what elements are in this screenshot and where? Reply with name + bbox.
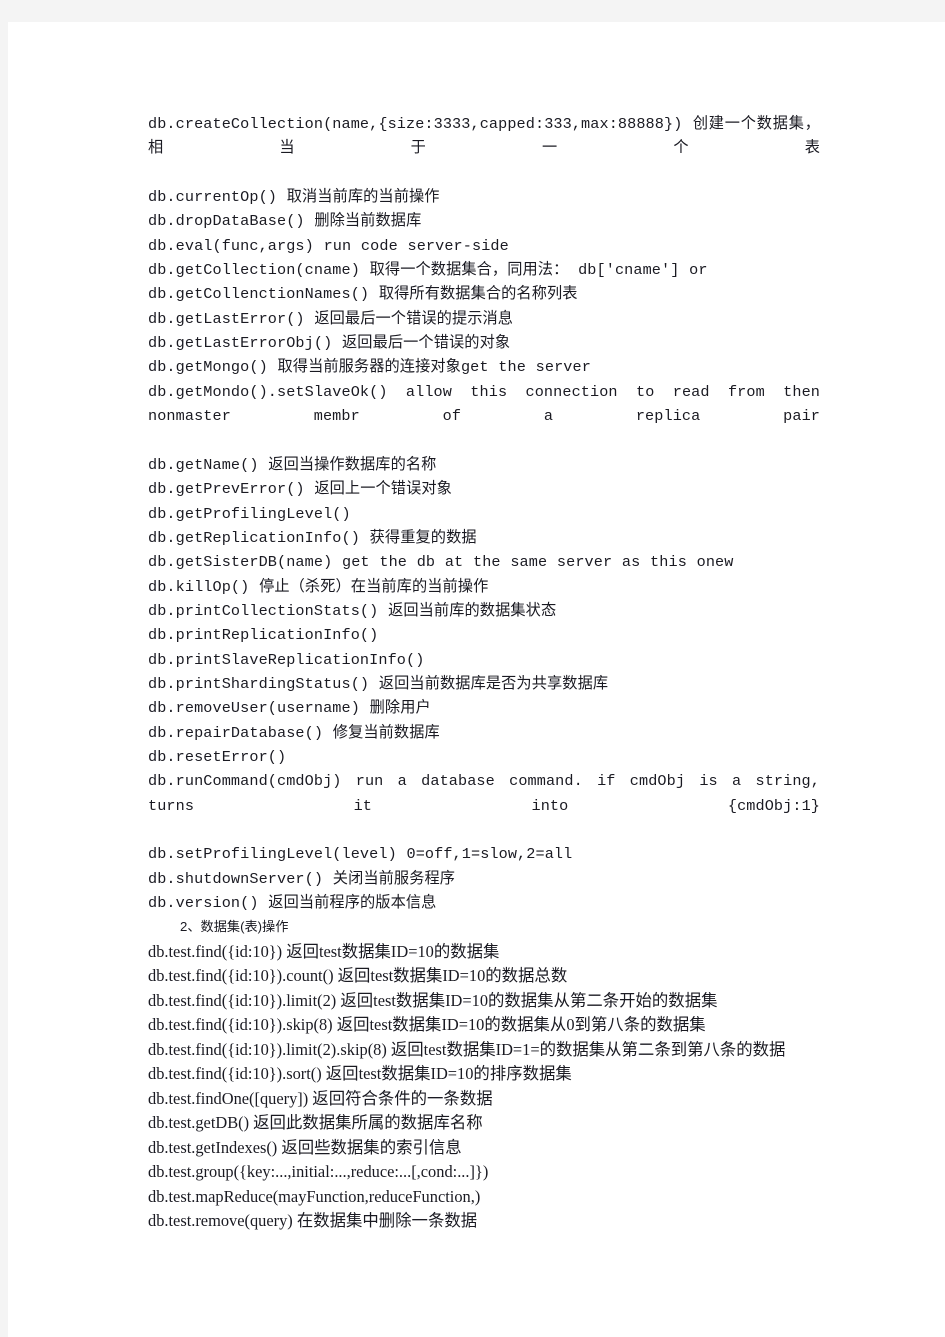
document-page: db.createCollection(name,{size:3333,capp… (8, 22, 945, 1337)
command-line: db.printCollectionStats() 返回当前库的数据集状态 (148, 601, 557, 620)
command-line: db.getSisterDB(name) get the db at the s… (148, 553, 734, 572)
command-line: db.test.find({id:10}).skip(8) 返回test数据集I… (148, 1015, 706, 1035)
command-line: db.test.mapReduce(mayFunction,reduceFunc… (148, 1186, 481, 1206)
command-line: db.test.getIndexes() 返回些数据集的索引信息 (148, 1137, 462, 1157)
command-line: db.runCommand(cmdObj) run a database com… (148, 772, 820, 815)
command-line: db.removeUser(username) 删除用户 (148, 699, 431, 718)
command-line: db.test.find({id:10}).sort() 返回test数据集ID… (148, 1064, 572, 1084)
command-line: db.test.find({id:10}).limit(2) 返回test数据集… (148, 990, 718, 1010)
command-line: db.getName() 返回当操作数据库的名称 (148, 455, 437, 474)
command-line: db.printSlaveReplicationInfo() (148, 650, 425, 669)
command-line: db.createCollection(name,{size:3333,capp… (148, 115, 820, 158)
command-line: db.repairDatabase() 修复当前数据库 (148, 723, 440, 742)
command-line: db.test.remove(query) 在数据集中删除一条数据 (148, 1211, 478, 1231)
command-line: db.dropDataBase() 删除当前数据库 (148, 212, 422, 231)
command-line: db.test.getDB() 返回此数据集所属的数据库名称 (148, 1113, 483, 1133)
command-line: db.getPrevError() 返回上一个错误对象 (148, 480, 452, 499)
command-line: db.getCollection(cname) 取得一个数据集合，同用法： db… (148, 261, 708, 280)
command-line: db.test.find({id:10}) 返回test数据集ID=10的数据集 (148, 941, 500, 961)
command-line: db.test.find({id:10}).count() 返回test数据集I… (148, 966, 568, 986)
section-heading-collection-operations: 2、数据集(表)操作 (180, 919, 289, 935)
command-line: db.test.findOne([query]) 返回符合条件的一条数据 (148, 1088, 493, 1108)
document-content: db.createCollection(name,{size:3333,capp… (148, 112, 820, 1234)
command-line: db.getProfilingLevel() (148, 504, 351, 523)
collection-command-list: db.test.find({id:10}) 返回test数据集ID=10的数据集… (148, 940, 820, 1234)
command-line: db.getReplicationInfo() 获得重复的数据 (148, 528, 477, 547)
command-line: db.resetError() (148, 747, 287, 766)
command-line: db.getCollenctionNames() 取得所有数据集合的名称列表 (148, 285, 578, 304)
command-line: db.getMondo().setSlaveOk() allow this co… (148, 382, 820, 426)
db-command-list: db.createCollection(name,{size:3333,capp… (148, 112, 820, 915)
command-line: db.getLastError() 返回最后一个错误的提示消息 (148, 309, 514, 328)
command-line: db.printShardingStatus() 返回当前数据库是否为共享数据库 (148, 674, 609, 693)
command-line: db.shutdownServer() 关闭当前服务程序 (148, 869, 456, 888)
command-line: db.test.find({id:10}).limit(2).skip(8) 返… (148, 1039, 786, 1059)
command-line: db.version() 返回当前程序的版本信息 (148, 894, 437, 912)
command-line: db.getLastErrorObj() 返回最后一个错误的对象 (148, 334, 511, 353)
command-line: db.killOp() 停止（杀死）在当前库的当前操作 (148, 577, 489, 596)
command-line: db.test.group({key:...,initial:...,reduc… (148, 1162, 489, 1182)
command-line: db.setProfilingLevel(level) 0=off,1=slow… (148, 845, 573, 864)
command-line: db.eval(func,args) run code server-side (148, 236, 509, 255)
command-line: db.getMongo() 取得当前服务器的连接对象get the server (148, 358, 591, 377)
command-line: db.currentOp() 取消当前库的当前操作 (148, 188, 440, 207)
command-line: db.printReplicationInfo() (148, 626, 379, 645)
